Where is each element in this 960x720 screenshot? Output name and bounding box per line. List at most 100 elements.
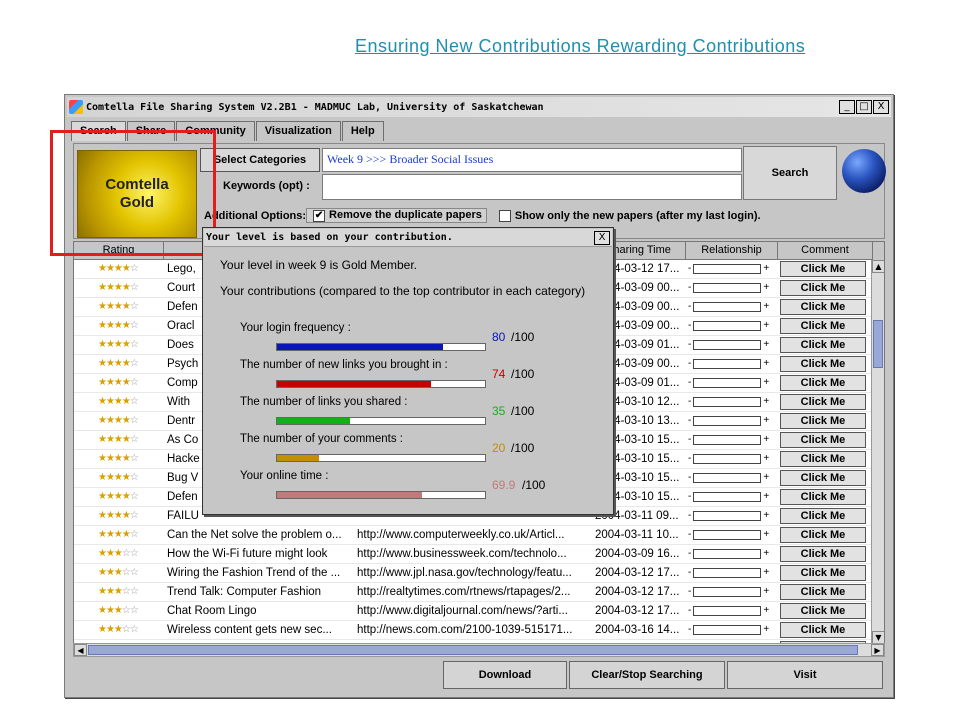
relationship-slider[interactable]: -+ <box>686 317 778 335</box>
relationship-bar[interactable] <box>693 530 762 540</box>
relationship-bar[interactable] <box>693 454 762 464</box>
horizontal-scroll-thumb[interactable] <box>88 645 858 655</box>
minus-icon[interactable]: - <box>688 564 691 582</box>
relationship-slider[interactable]: -+ <box>686 279 778 297</box>
minus-icon[interactable]: - <box>688 317 691 335</box>
minus-icon[interactable]: - <box>688 431 691 449</box>
minus-icon[interactable]: - <box>688 526 691 544</box>
click-me-button[interactable]: Click Me <box>780 413 866 429</box>
click-me-button[interactable]: Click Me <box>780 318 866 334</box>
header-rating[interactable]: Rating <box>74 242 164 260</box>
click-me-button[interactable]: Click Me <box>780 622 866 638</box>
minus-icon[interactable]: - <box>688 621 691 639</box>
plus-icon[interactable]: + <box>763 260 769 278</box>
relationship-slider[interactable]: -+ <box>686 298 778 316</box>
plus-icon[interactable]: + <box>763 488 769 506</box>
click-me-button[interactable]: Click Me <box>780 394 866 410</box>
table-row[interactable]: ★★★☆☆ Trend Talk: Computer Fashion http://… <box>74 583 884 602</box>
plus-icon[interactable]: + <box>763 336 769 354</box>
relationship-slider[interactable]: -+ <box>686 374 778 392</box>
relationship-bar[interactable] <box>693 416 762 426</box>
maximize-button[interactable]: □ <box>856 100 872 114</box>
relationship-slider[interactable]: -+ <box>686 412 778 430</box>
clear-stop-searching-button[interactable]: Clear/Stop Searching <box>569 661 725 689</box>
visit-button[interactable]: Visit <box>727 661 883 689</box>
relationship-slider[interactable]: -+ <box>686 526 778 544</box>
click-me-button[interactable]: Click Me <box>780 432 866 448</box>
click-me-button[interactable]: Click Me <box>780 584 866 600</box>
vertical-scrollbar[interactable]: ▲ ▼ <box>871 260 884 644</box>
relationship-slider[interactable]: -+ <box>686 355 778 373</box>
relationship-bar[interactable] <box>693 264 762 274</box>
plus-icon[interactable]: + <box>763 355 769 373</box>
plus-icon[interactable]: + <box>763 431 769 449</box>
minus-icon[interactable]: - <box>688 336 691 354</box>
plus-icon[interactable]: + <box>763 583 769 601</box>
relationship-slider[interactable]: -+ <box>686 488 778 506</box>
relationship-bar[interactable] <box>693 359 762 369</box>
plus-icon[interactable]: + <box>763 564 769 582</box>
minus-icon[interactable]: - <box>688 488 691 506</box>
scroll-right-icon[interactable]: ▶ <box>871 644 884 656</box>
plus-icon[interactable]: + <box>763 507 769 525</box>
relationship-bar[interactable] <box>693 549 762 559</box>
relationship-slider[interactable]: -+ <box>686 602 778 620</box>
download-button[interactable]: Download <box>443 661 567 689</box>
plus-icon[interactable]: + <box>763 621 769 639</box>
click-me-button[interactable]: Click Me <box>780 356 866 372</box>
plus-icon[interactable]: + <box>763 317 769 335</box>
horizontal-scrollbar[interactable]: ◀ ▶ <box>73 643 885 657</box>
click-me-button[interactable]: Click Me <box>780 489 866 505</box>
remove-duplicates-option[interactable]: ✔ Remove the duplicate papers <box>306 208 487 223</box>
minus-icon[interactable]: - <box>688 393 691 411</box>
relationship-slider[interactable]: -+ <box>686 393 778 411</box>
table-row[interactable]: ★★★☆☆ How the Wi-Fi future might look http… <box>74 545 884 564</box>
dialog-close-button[interactable]: X <box>594 230 610 245</box>
click-me-button[interactable]: Click Me <box>780 337 866 353</box>
relationship-bar[interactable] <box>693 321 762 331</box>
click-me-button[interactable]: Click Me <box>780 299 866 315</box>
relationship-bar[interactable] <box>693 606 762 616</box>
click-me-button[interactable]: Click Me <box>780 508 866 524</box>
click-me-button[interactable]: Click Me <box>780 280 866 296</box>
click-me-button[interactable]: Click Me <box>780 546 866 562</box>
plus-icon[interactable]: + <box>763 298 769 316</box>
click-me-button[interactable]: Click Me <box>780 603 866 619</box>
relationship-bar[interactable] <box>693 473 762 483</box>
vertical-scroll-thumb[interactable] <box>873 320 883 368</box>
relationship-slider[interactable]: -+ <box>686 564 778 582</box>
click-me-button[interactable]: Click Me <box>780 375 866 391</box>
plus-icon[interactable]: + <box>763 526 769 544</box>
relationship-bar[interactable] <box>693 435 762 445</box>
remove-duplicates-checkbox[interactable]: ✔ <box>313 210 326 222</box>
tab-visualization[interactable]: Visualization <box>255 121 341 141</box>
relationship-slider[interactable]: -+ <box>686 621 778 639</box>
tab-help[interactable]: Help <box>341 121 384 141</box>
table-row[interactable]: ★★★☆☆ Wiring the Fashion Trend of the ...… <box>74 564 884 583</box>
plus-icon[interactable]: + <box>763 545 769 563</box>
table-row[interactable]: ★★★☆☆ Chat Room Lingo http://www.digitaljo… <box>74 602 884 621</box>
click-me-button[interactable]: Click Me <box>780 261 866 277</box>
close-button[interactable]: X <box>873 100 889 114</box>
minus-icon[interactable]: - <box>688 469 691 487</box>
minus-icon[interactable]: - <box>688 450 691 468</box>
header-relationship[interactable]: Relationship <box>686 242 778 260</box>
plus-icon[interactable]: + <box>763 374 769 392</box>
show-only-new-checkbox[interactable] <box>498 209 511 222</box>
relationship-bar[interactable] <box>693 625 762 635</box>
relationship-bar[interactable] <box>693 587 762 597</box>
relationship-bar[interactable] <box>693 492 762 502</box>
relationship-bar[interactable] <box>693 511 762 521</box>
search-button[interactable]: Search <box>743 146 837 200</box>
tab-share[interactable]: Share <box>126 121 176 141</box>
click-me-button[interactable]: Click Me <box>780 470 866 486</box>
click-me-button[interactable]: Click Me <box>780 527 866 543</box>
plus-icon[interactable]: + <box>763 279 769 297</box>
relationship-bar[interactable] <box>693 568 762 578</box>
scroll-left-icon[interactable]: ◀ <box>74 644 87 656</box>
header-comment[interactable]: Comment <box>778 242 873 260</box>
relationship-bar[interactable] <box>693 397 762 407</box>
scroll-up-icon[interactable]: ▲ <box>872 260 884 273</box>
relationship-slider[interactable]: -+ <box>686 545 778 563</box>
relationship-slider[interactable]: -+ <box>686 450 778 468</box>
